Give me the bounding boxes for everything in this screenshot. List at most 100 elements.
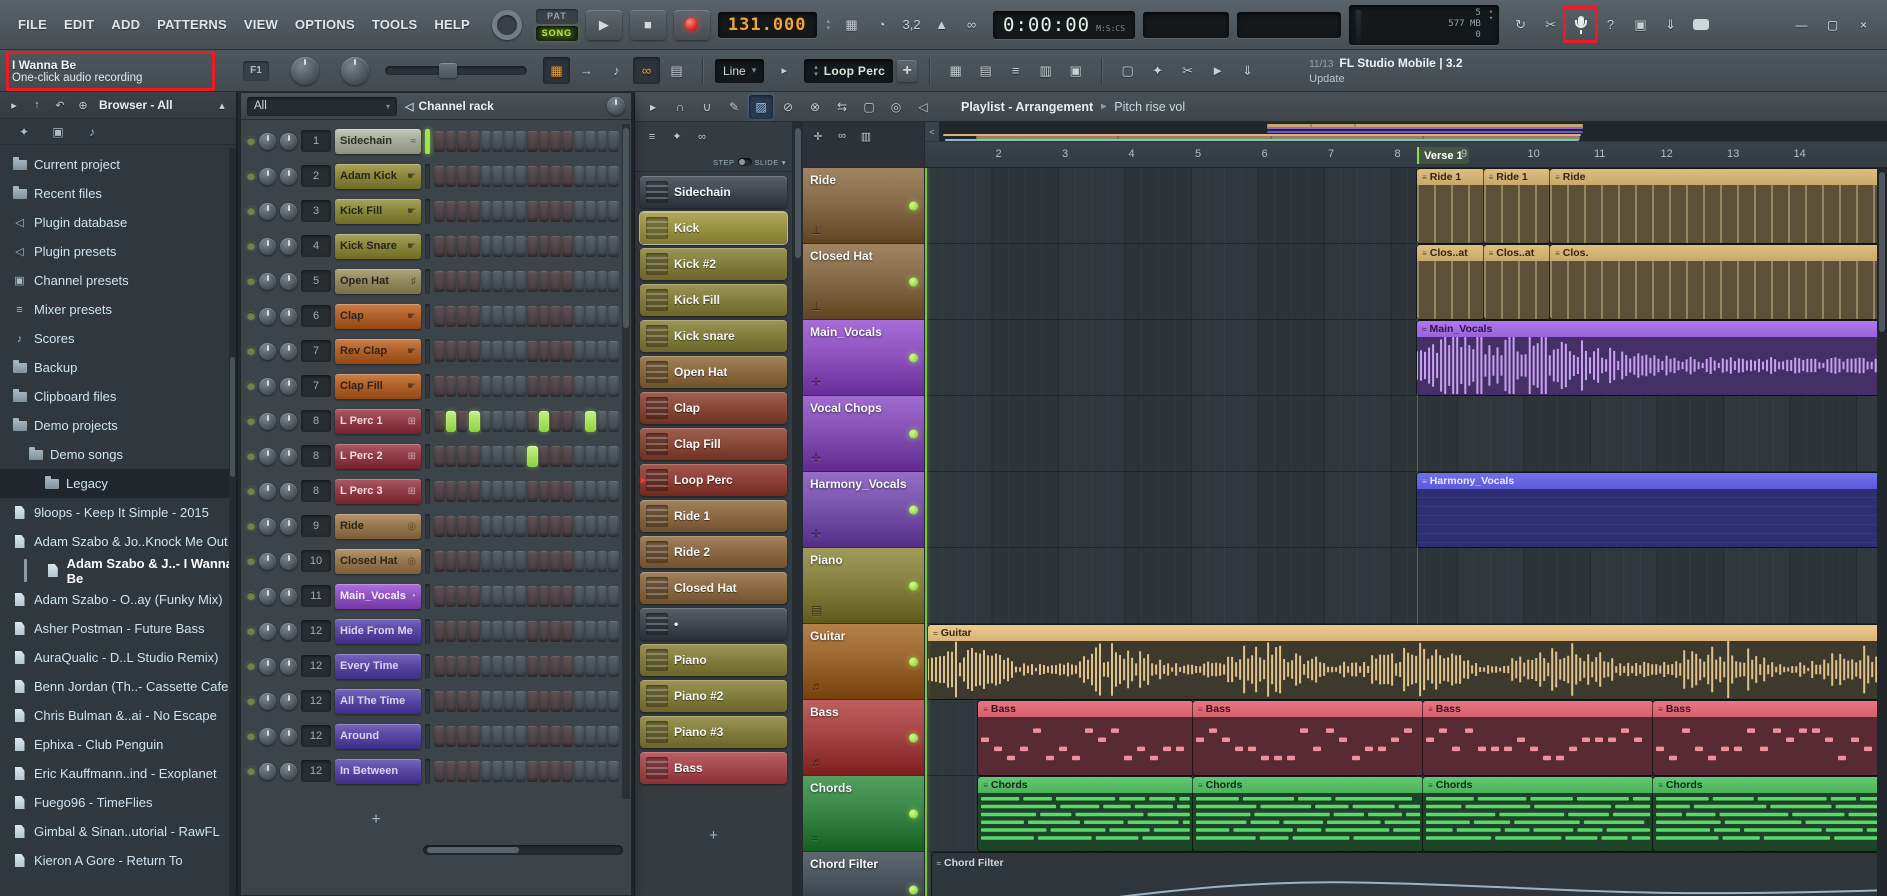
add-pattern-button[interactable]: + — [897, 60, 917, 82]
step-cell-1[interactable] — [434, 166, 445, 187]
channel-pan-knob[interactable] — [259, 133, 276, 150]
step-cell-11[interactable] — [550, 166, 561, 187]
step-cell-14[interactable] — [585, 586, 596, 607]
step-cell-12[interactable] — [562, 586, 573, 607]
pattern-ride-1[interactable]: Ride 1 — [640, 500, 787, 532]
step-cell-15[interactable] — [597, 621, 608, 642]
step-cell-13[interactable] — [574, 201, 585, 222]
step-cell-3[interactable] — [457, 621, 468, 642]
zoom-tool-icon[interactable]: ◎ — [884, 95, 908, 119]
step-cell-15[interactable] — [597, 691, 608, 712]
clip-chord-filter[interactable]: ≈Chord Filter — [932, 853, 1887, 896]
channel-select-led[interactable] — [425, 444, 430, 469]
channel-volume-knob[interactable] — [280, 693, 297, 710]
pattern-selector[interactable]: ▴▾ Loop Perc + — [804, 59, 917, 83]
step-cell-14[interactable] — [585, 551, 596, 572]
channel-mute-led[interactable] — [247, 487, 255, 495]
picker-grip-icon[interactable]: ✛ — [807, 126, 829, 146]
step-cell-16[interactable] — [608, 446, 619, 467]
step-cell-9[interactable] — [527, 271, 538, 292]
step-cell-4[interactable] — [469, 341, 480, 362]
browser-item-recent-files[interactable]: Recent files — [0, 179, 236, 208]
channel-number[interactable]: 12 — [301, 655, 331, 677]
clip-clos-at[interactable]: ≡Clos..at — [1484, 245, 1551, 319]
channel-select-led[interactable] — [425, 654, 430, 679]
channel-button-l-perc-3[interactable]: L Perc 3⊞ — [335, 479, 421, 504]
channel-mute-led[interactable] — [247, 522, 255, 530]
browser-scrollbar[interactable] — [229, 148, 236, 896]
snap-magnet-icon[interactable]: ∪ — [695, 95, 719, 119]
channel-select-led[interactable] — [425, 129, 430, 154]
step-cell-13[interactable] — [574, 621, 585, 642]
picker-scrollbar[interactable] — [793, 122, 803, 896]
step-cell-13[interactable] — [574, 726, 585, 747]
track-link-icon[interactable]: ∞ — [831, 126, 853, 146]
step-cell-3[interactable] — [457, 201, 468, 222]
browser-item-adam-szabo-j-i-wanna-be[interactable]: Adam Szabo & J..- I Wanna Be — [0, 556, 236, 585]
channel-volume-knob[interactable] — [280, 238, 297, 255]
step-cell-15[interactable] — [597, 306, 608, 327]
step-cell-4[interactable] — [469, 131, 480, 152]
step-cell-12[interactable] — [562, 691, 573, 712]
step-cell-11[interactable] — [550, 201, 561, 222]
channel-number[interactable]: 12 — [301, 690, 331, 712]
step-cell-4[interactable] — [469, 201, 480, 222]
clip-clos-at[interactable]: ≡Clos..at — [1417, 245, 1484, 319]
channel-select-led[interactable] — [425, 479, 430, 504]
channel-select-led[interactable] — [425, 374, 430, 399]
step-cell-16[interactable] — [608, 551, 619, 572]
step-cell-14[interactable] — [585, 306, 596, 327]
step-cell-11[interactable] — [550, 306, 561, 327]
step-cell-9[interactable] — [527, 306, 538, 327]
step-cell-9[interactable] — [527, 166, 538, 187]
channel-pan-knob[interactable] — [259, 623, 276, 640]
channel-button-sidechain[interactable]: Sidechain≈ — [335, 129, 421, 154]
channel-button-closed-hat[interactable]: Closed Hat◎ — [335, 549, 421, 574]
step-cell-3[interactable] — [457, 411, 468, 432]
song-mode-button[interactable]: SONG — [536, 26, 578, 41]
save-icon[interactable]: ▣ — [1627, 11, 1654, 38]
step-cell-6[interactable] — [492, 691, 503, 712]
step-cell-12[interactable] — [562, 481, 573, 502]
step-cell-15[interactable] — [597, 446, 608, 467]
step-cell-2[interactable] — [446, 166, 457, 187]
tempo-spinner[interactable]: ▴▾ — [827, 18, 831, 32]
channel-number[interactable]: 7 — [301, 340, 331, 362]
track-led[interactable] — [909, 581, 918, 590]
step-cell-9[interactable] — [527, 201, 538, 222]
step-cell-14[interactable] — [585, 271, 596, 292]
step-cell-11[interactable] — [550, 691, 561, 712]
step-cell-7[interactable] — [504, 516, 515, 537]
step-cell-14[interactable] — [585, 726, 596, 747]
step-cell-10[interactable] — [539, 516, 550, 537]
step-cell-3[interactable] — [457, 166, 468, 187]
step-cell-7[interactable] — [504, 271, 515, 292]
track-header-chord-filter[interactable]: Chord Filter≈ — [803, 852, 924, 896]
step-cell-16[interactable] — [608, 271, 619, 292]
step-cell-5[interactable] — [481, 761, 492, 782]
channel-button-kick-snare[interactable]: Kick Snare☛ — [335, 234, 421, 259]
channel-select-led[interactable] — [425, 164, 430, 189]
channel-mute-led[interactable] — [247, 207, 255, 215]
step-cell-3[interactable] — [457, 691, 468, 712]
channel-mute-led[interactable] — [247, 767, 255, 775]
step-cell-15[interactable] — [597, 586, 608, 607]
step-cell-7[interactable] — [504, 376, 515, 397]
follow-icon[interactable]: → — [573, 57, 600, 84]
step-cell-3[interactable] — [457, 656, 468, 677]
wait-for-input-icon[interactable]: ◔ — [868, 11, 895, 38]
step-cell-11[interactable] — [550, 376, 561, 397]
step-cell-13[interactable] — [574, 341, 585, 362]
note-input-icon[interactable]: ♪ — [603, 57, 630, 84]
track-header-vocal-chops[interactable]: Vocal Chops✛ — [803, 396, 924, 471]
step-cell-4[interactable] — [469, 516, 480, 537]
channel-pan-knob[interactable] — [259, 413, 276, 430]
step-cell-3[interactable] — [457, 306, 468, 327]
pat-mode-button[interactable]: PAT — [536, 9, 578, 24]
channel-volume-knob[interactable] — [280, 483, 297, 500]
channel-pan-knob[interactable] — [259, 483, 276, 500]
step-cell-5[interactable] — [481, 586, 492, 607]
step-cell-13[interactable] — [574, 271, 585, 292]
master-volume-knob[interactable] — [291, 57, 319, 85]
channel-volume-knob[interactable] — [280, 378, 297, 395]
